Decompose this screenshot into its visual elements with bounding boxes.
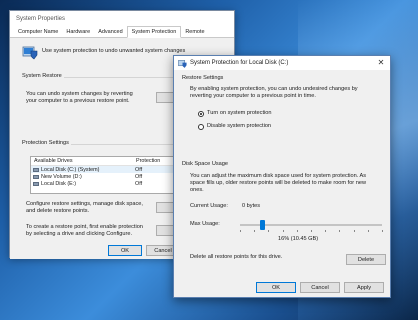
restore-settings-text-1: By enabling system protection, you can u… xyxy=(190,86,358,92)
dialog-apply-button[interactable]: Apply xyxy=(344,282,384,293)
drive-name: Local Disk (C:) (System) xyxy=(41,166,100,173)
drive-row[interactable]: New Volume (D:) Off xyxy=(31,173,177,180)
drive-icon xyxy=(33,174,39,179)
slider-tick xyxy=(382,230,383,232)
system-properties-titlebar[interactable]: System Properties xyxy=(10,11,234,26)
disk-space-text-1: You can adjust the maximum disk space us… xyxy=(190,173,367,179)
system-protection-icon xyxy=(178,59,187,68)
max-usage-slider-thumb[interactable] xyxy=(260,220,266,230)
dialog-titlebar[interactable]: System Protection for Local Disk (C:) ✕ xyxy=(174,56,390,70)
current-usage-label: Current Usage: xyxy=(190,203,228,209)
turn-on-protection-radio[interactable] xyxy=(198,111,204,117)
create-text-2: by selecting a drive and clicking Config… xyxy=(26,231,133,237)
configure-text-2: and delete restore points. xyxy=(26,208,90,214)
restore-settings-heading: Restore Settings xyxy=(182,75,224,81)
system-restore-text-1: You can undo system changes by reverting xyxy=(26,91,133,97)
tab-advanced[interactable]: Advanced xyxy=(94,27,126,37)
protection-settings-heading: Protection Settings xyxy=(22,140,71,146)
disk-space-heading: Disk Space Usage xyxy=(182,161,229,167)
intro-text: Use system protection to undo unwanted s… xyxy=(42,48,186,54)
system-protection-dialog: System Protection for Local Disk (C:) ✕ … xyxy=(173,55,391,298)
drive-protection: Off xyxy=(135,173,143,180)
drive-row[interactable]: Local Disk (C:) (System) Off xyxy=(31,166,177,173)
drives-header: Available Drives Protection xyxy=(31,157,177,166)
slider-tick xyxy=(254,230,256,232)
turn-on-protection-label[interactable]: Turn on system protection xyxy=(207,110,271,117)
disk-space-text-3: ones. xyxy=(190,187,204,193)
max-usage-label: Max Usage: xyxy=(190,221,220,227)
drive-row[interactable]: Local Disk (E:) Off xyxy=(31,180,177,187)
delete-restore-points-text: Delete all restore points for this drive… xyxy=(190,254,283,260)
tab-strip: Computer Name Hardware Advanced System P… xyxy=(10,26,234,38)
system-drive-icon xyxy=(33,167,39,172)
tab-system-protection[interactable]: System Protection xyxy=(126,26,182,38)
slider-tick xyxy=(240,230,241,232)
configure-text-1: Configure restore settings, manage disk … xyxy=(26,201,143,207)
drive-name: Local Disk (E:) xyxy=(41,180,77,187)
system-restore-text-2: your computer to a previous restore poin… xyxy=(26,98,130,104)
drive-protection: Off xyxy=(135,166,143,173)
slider-tick xyxy=(311,230,312,232)
tab-computer-name[interactable]: Computer Name xyxy=(14,27,62,37)
close-icon[interactable]: ✕ xyxy=(376,58,386,68)
max-usage-value: 16% (10.45 GB) xyxy=(278,236,319,242)
dialog-cancel-button[interactable]: Cancel xyxy=(300,282,340,293)
dialog-title: System Protection for Local Disk (C:) xyxy=(190,60,289,66)
slider-tick xyxy=(339,230,341,232)
ok-button[interactable]: OK xyxy=(108,245,142,256)
dialog-ok-button[interactable]: OK xyxy=(256,282,296,293)
slider-tick xyxy=(367,230,369,232)
slider-tick xyxy=(325,230,327,232)
disable-protection-radio[interactable] xyxy=(198,124,204,130)
slider-tick xyxy=(353,230,355,232)
window-title: System Properties xyxy=(16,15,66,22)
current-usage-value: 0 bytes xyxy=(242,203,261,209)
drive-icon xyxy=(33,181,39,186)
column-protection[interactable]: Protection xyxy=(133,157,163,165)
drive-name: New Volume (D:) xyxy=(41,173,82,180)
delete-button[interactable]: Delete xyxy=(346,254,386,265)
system-protection-icon xyxy=(22,46,38,60)
tab-remote[interactable]: Remote xyxy=(181,27,208,37)
slider-tick xyxy=(282,230,284,232)
drive-protection: Off xyxy=(135,180,143,187)
column-available-drives[interactable]: Available Drives xyxy=(31,157,133,165)
system-restore-heading: System Restore xyxy=(22,73,64,79)
slider-tick xyxy=(268,230,270,232)
create-text-1: To create a restore point, first enable … xyxy=(26,224,143,230)
drives-list[interactable]: Available Drives Protection Local Disk (… xyxy=(30,156,178,194)
slider-tick xyxy=(296,230,298,232)
restore-settings-text-2: reverting your computer to a previous po… xyxy=(190,93,316,99)
tab-hardware[interactable]: Hardware xyxy=(62,27,94,37)
disk-space-text-2: space fills up, older restore points wil… xyxy=(190,180,366,186)
disable-protection-label[interactable]: Disable system protection xyxy=(207,123,271,130)
